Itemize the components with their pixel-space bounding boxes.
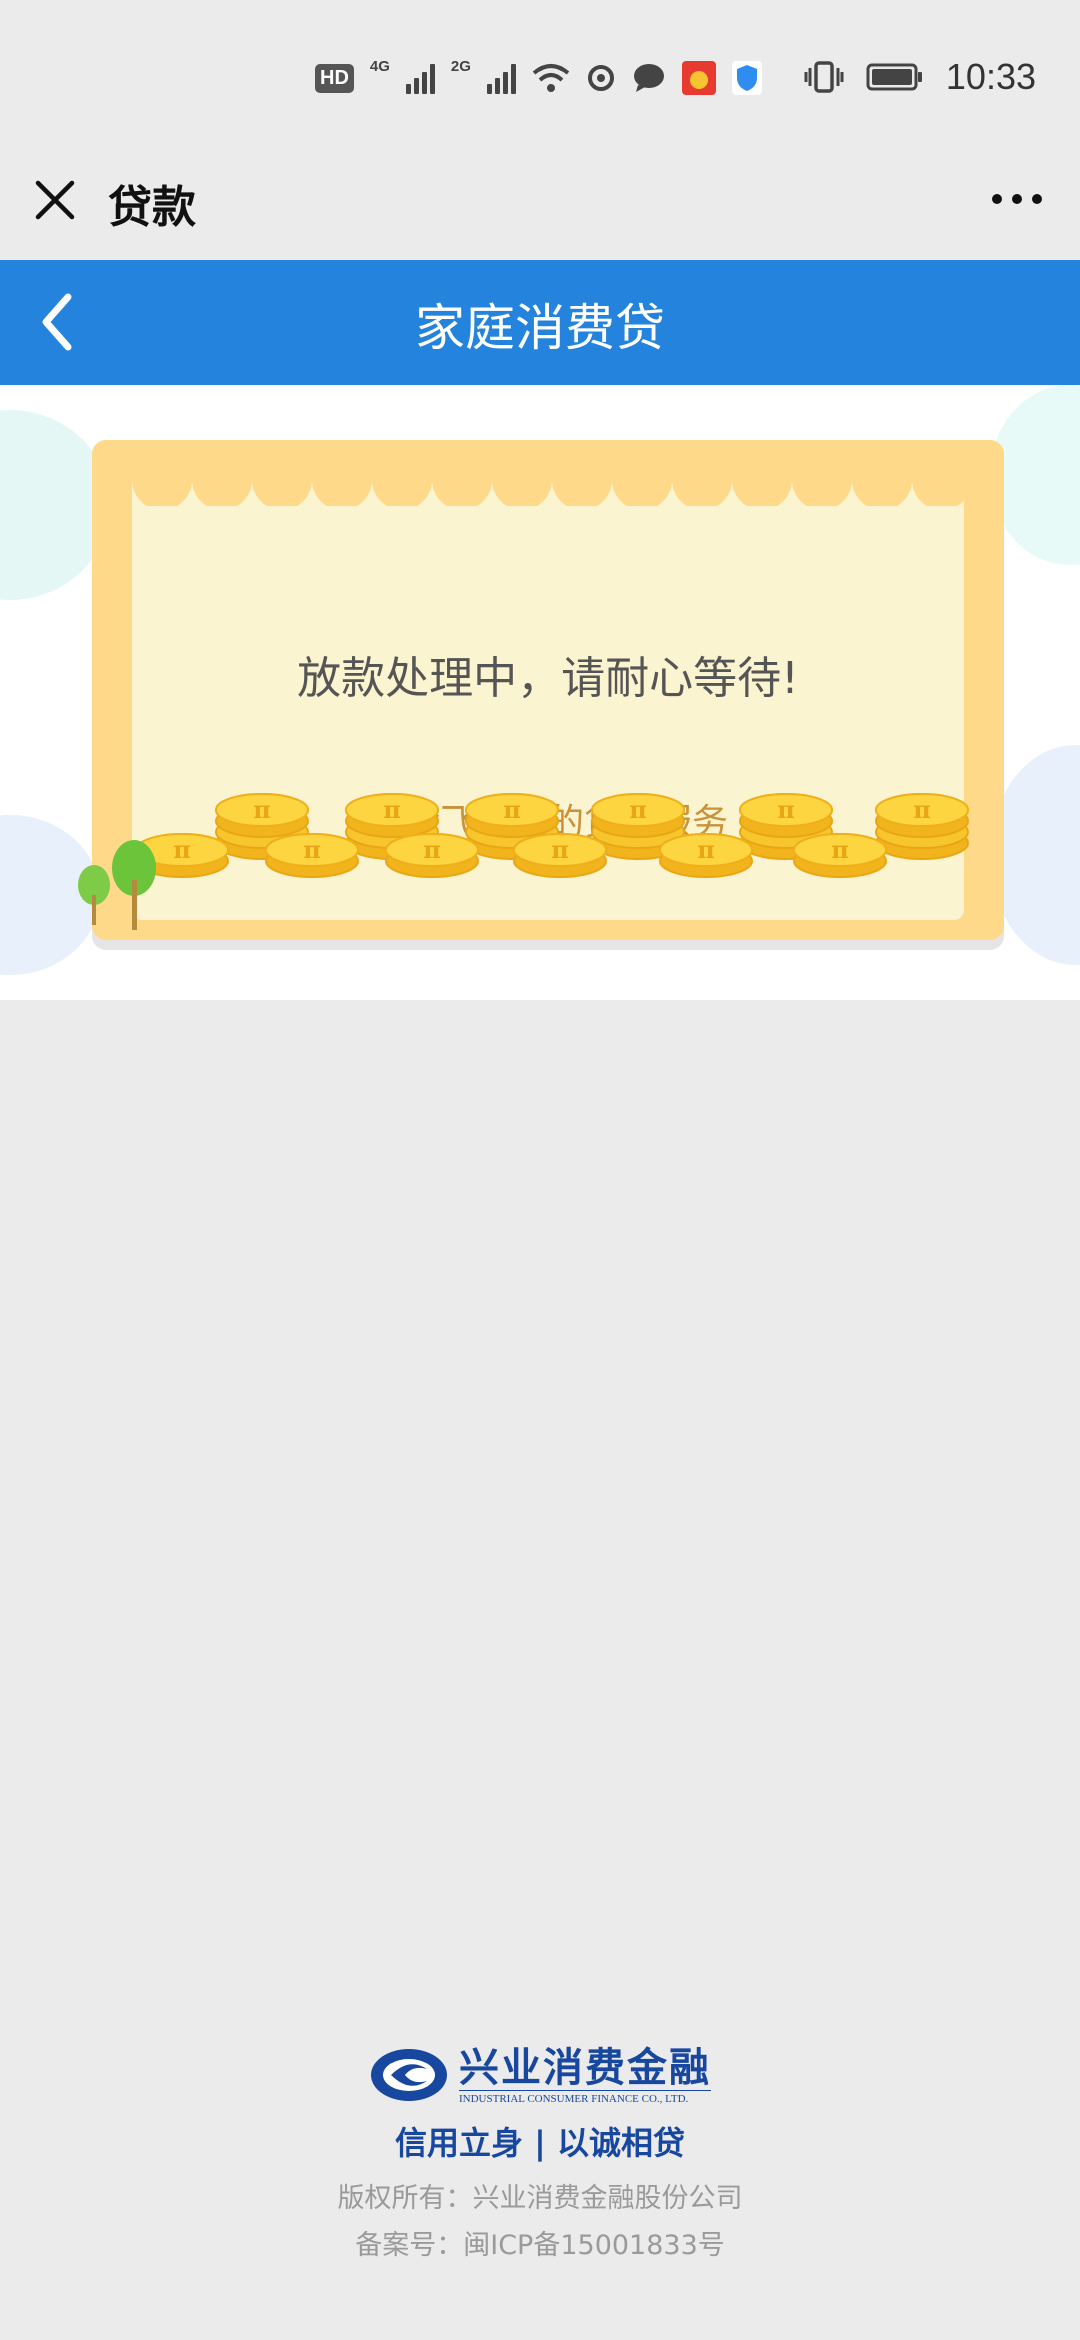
close-icon[interactable]	[30, 175, 80, 225]
status-bar: HD 4G 2G 10:33	[0, 0, 1080, 155]
status-time: 10:33	[945, 56, 1036, 97]
network-2g-label: 2G	[450, 57, 471, 75]
coin-symbol: π	[777, 795, 795, 824]
app-notification-icon	[681, 61, 716, 95]
coin-symbol: π	[173, 835, 191, 864]
coin-symbol: π	[383, 795, 401, 824]
vibrate-icon	[804, 61, 844, 93]
coin-stack: π	[385, 833, 479, 878]
more-icon[interactable]	[992, 189, 1052, 209]
coin-symbol: π	[629, 795, 647, 824]
signal-2g-icon	[486, 62, 516, 94]
scallop-border	[132, 480, 964, 506]
copyright-text: 版权所有：兴业消费金融股份公司	[337, 2183, 743, 2214]
processing-message: 放款处理中，请耐心等待!	[297, 653, 799, 704]
tree-large-icon	[112, 840, 156, 930]
status-right: 10:33	[804, 56, 1036, 98]
coin-symbol: π	[831, 835, 849, 864]
coin-symbol: π	[303, 835, 321, 864]
message-icon	[633, 64, 664, 92]
coin-symbol: π	[697, 835, 715, 864]
coin-stack: π	[875, 793, 969, 860]
footer-slogan: 信用立身 | 以诚相贷	[395, 2124, 685, 2162]
coin-stack: π	[793, 833, 887, 878]
icp-record-text: 备案号：闽ICP备15001833号	[355, 2230, 725, 2261]
coin-symbol: π	[503, 795, 521, 824]
signal-4g-icon	[405, 62, 435, 94]
shield-icon	[731, 61, 762, 95]
coin-symbol: π	[423, 835, 441, 864]
brand-name-en: INDUSTRIAL CONSUMER FINANCE CO., LTD.	[459, 2089, 711, 2105]
wifi-icon	[532, 64, 570, 92]
brand-logo-icon	[371, 2049, 447, 2101]
status-icons: HD 4G 2G	[315, 58, 762, 98]
brand-name-cn: 兴业消费金融	[459, 2043, 711, 2091]
page-header: 家庭消费贷	[0, 260, 1080, 385]
coin-symbol: π	[913, 795, 931, 824]
network-4g-label: 4G	[369, 57, 390, 75]
nav-title: 贷款	[108, 182, 196, 233]
coin-stack: π	[513, 833, 607, 878]
brand-logo: 兴业消费金融 INDUSTRIAL CONSUMER FINANCE CO., …	[0, 2040, 1080, 2110]
wechat-nav-bar: 贷款	[0, 155, 1080, 260]
tree-small-icon	[78, 865, 110, 925]
sync-icon	[587, 65, 614, 91]
hd-badge: HD	[315, 63, 354, 93]
coin-stack: π	[265, 833, 359, 878]
footer: 兴业消费金融 INDUSTRIAL CONSUMER FINANCE CO., …	[0, 2040, 1080, 2262]
loan-status-section: 放款处理中，请耐心等待! 体验飞一般的贷款服务 ππππππππππππ	[0, 385, 1080, 1000]
page-title: 家庭消费贷	[415, 299, 665, 357]
coin-stacks-illustration: π π π π π ππ π π π π π	[140, 793, 969, 878]
coin-stack: π	[659, 833, 753, 878]
battery-icon	[866, 63, 922, 91]
coin-symbol: π	[253, 795, 271, 824]
coin-symbol: π	[551, 835, 569, 864]
